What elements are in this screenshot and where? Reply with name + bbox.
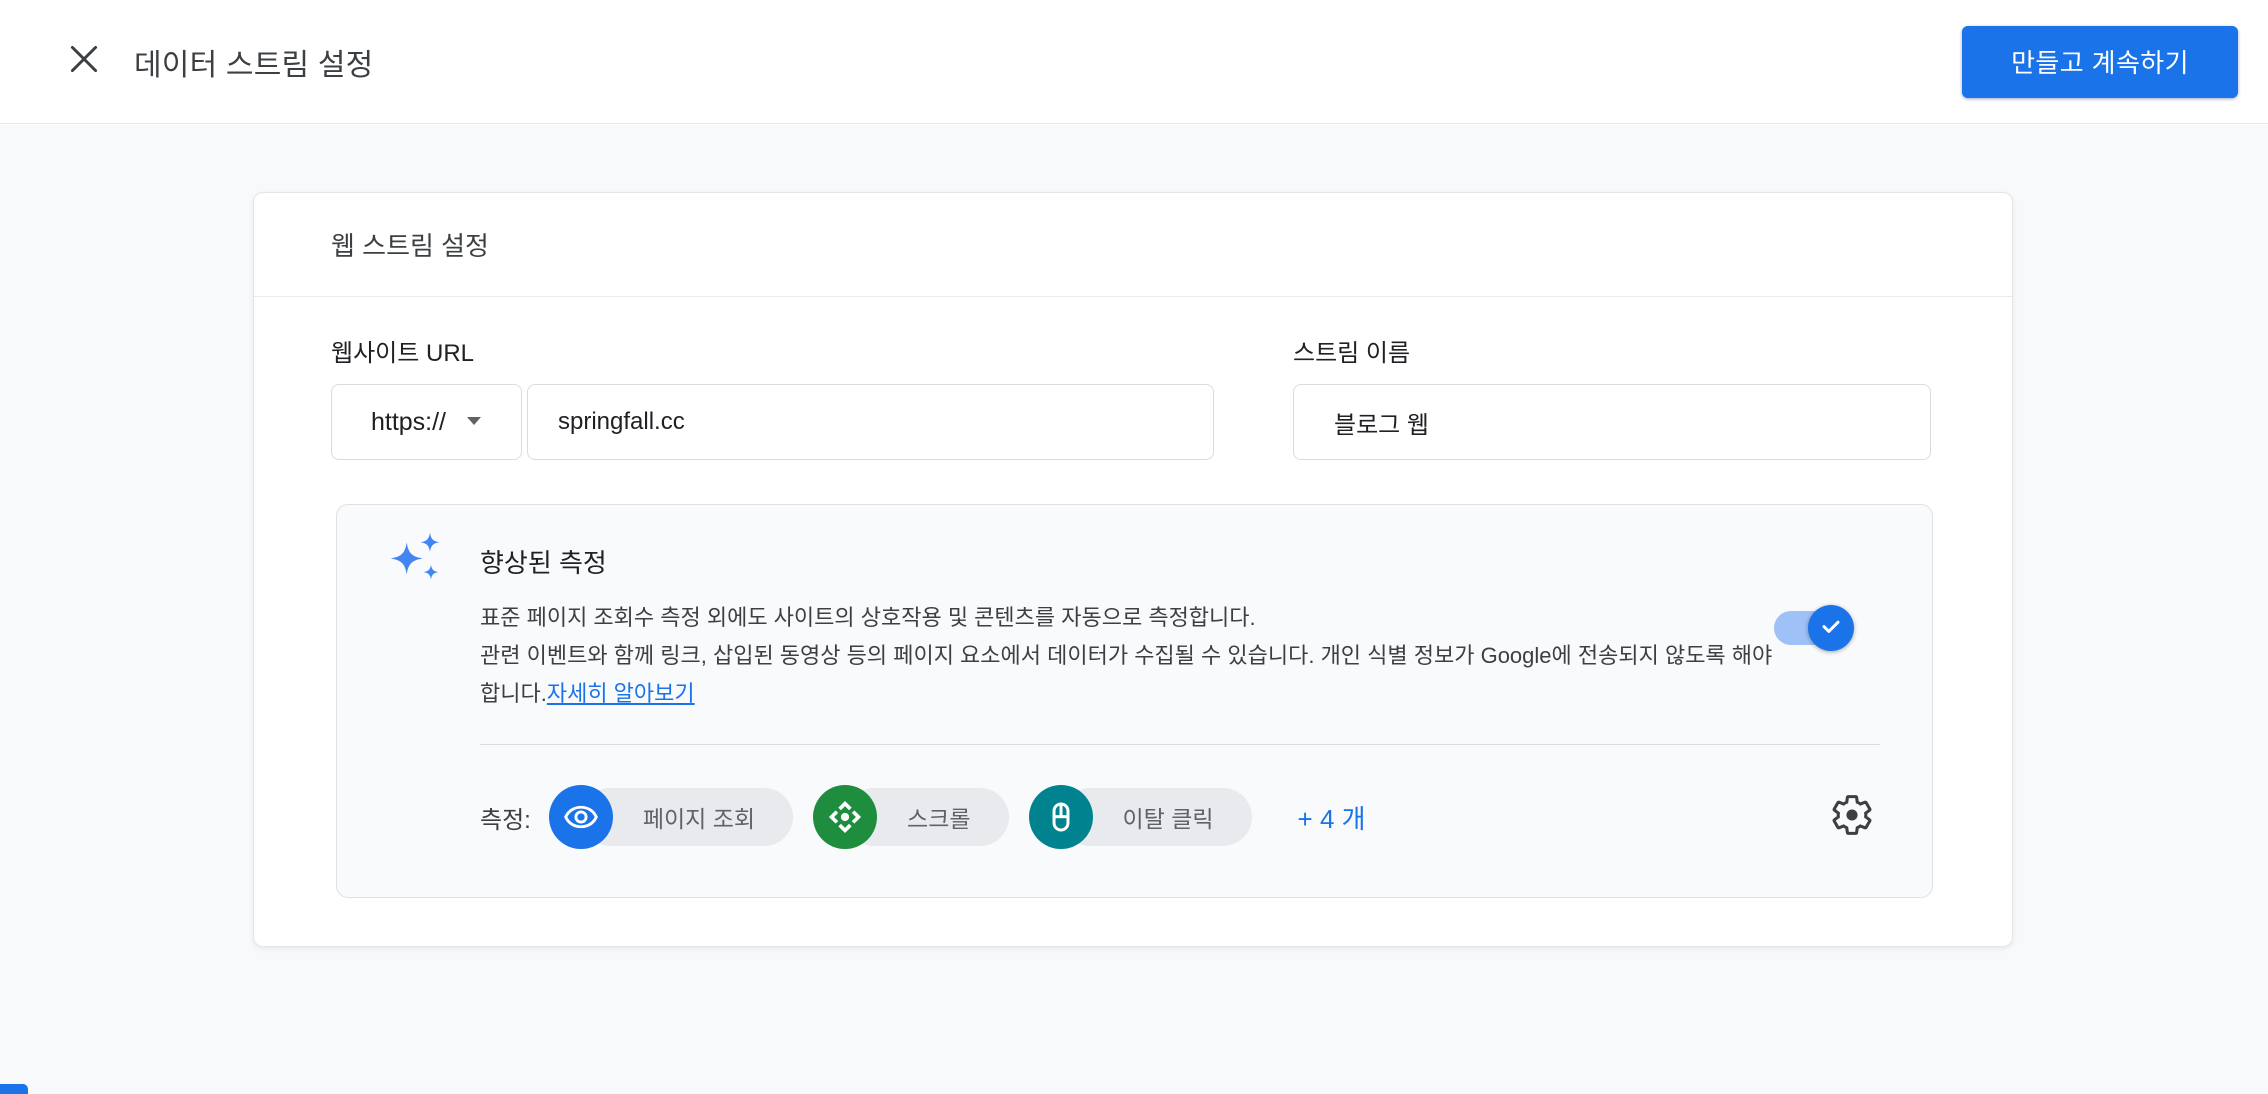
website-url-group: 웹사이트 URL https:// (331, 333, 1214, 460)
enhanced-measurement-description: 표준 페이지 조회수 측정 외에도 사이트의 상호작용 및 콘텐츠를 자동으로 … (480, 599, 1780, 713)
measurement-settings-button[interactable] (1824, 789, 1880, 845)
measurement-chips-row: 측정: 페이지 조회 (480, 781, 1880, 853)
chip-scroll: 스크롤 (813, 785, 1008, 849)
sparkle-icon (385, 529, 447, 596)
page-title: 데이터 스트림 설정 (134, 40, 373, 84)
enhanced-measurement-toggle[interactable] (1774, 611, 1848, 645)
protocol-value: https:// (371, 408, 446, 437)
app-bar: 데이터 스트림 설정 만들고 계속하기 (0, 0, 2268, 124)
stream-name-group: 스트림 이름 (1293, 333, 1931, 460)
create-and-continue-button[interactable]: 만들고 계속하기 (1962, 26, 2238, 98)
checkmark-icon (1818, 613, 1844, 644)
description-line-1: 표준 페이지 조회수 측정 외에도 사이트의 상호작용 및 콘텐츠를 자동으로 … (480, 605, 1256, 630)
website-url-input[interactable] (527, 384, 1214, 460)
card-header: 웹 스트림 설정 (254, 193, 2012, 297)
enhanced-measurement-title: 향상된 측정 (480, 543, 607, 580)
protocol-dropdown[interactable]: https:// (331, 384, 522, 460)
web-stream-setup-card: 웹 스트림 설정 웹사이트 URL https:// 스트림 이름 (253, 192, 2013, 947)
stream-name-input[interactable] (1293, 384, 1931, 460)
enhanced-measurement-panel: 향상된 측정 표준 페이지 조회수 측정 외에도 사이트의 상호작용 및 콘텐츠… (336, 504, 1933, 898)
close-button[interactable] (60, 38, 108, 86)
website-url-label: 웹사이트 URL (331, 333, 1214, 368)
divider (480, 744, 1880, 745)
learn-more-link[interactable]: 자세히 알아보기 (547, 681, 695, 706)
scroll-icon (813, 785, 877, 849)
gear-icon (1829, 792, 1875, 843)
toggle-thumb (1808, 605, 1854, 651)
mouse-icon (1029, 785, 1093, 849)
chevron-down-icon (466, 413, 482, 431)
stream-name-label: 스트림 이름 (1293, 333, 1931, 368)
stream-form-row: 웹사이트 URL https:// 스트림 이름 (331, 333, 1935, 460)
close-icon (65, 40, 103, 83)
more-measurements-link[interactable]: + 4 개 (1298, 799, 1366, 836)
create-and-continue-label: 만들고 계속하기 (2011, 43, 2189, 80)
eye-icon (549, 785, 613, 849)
chip-page-view: 페이지 조회 (549, 785, 793, 849)
partial-bottom-element (0, 1084, 28, 1094)
measure-label: 측정: (480, 800, 531, 835)
section-title: 웹 스트림 설정 (331, 226, 489, 263)
chip-outbound-click: 이탈 클릭 (1029, 785, 1252, 849)
